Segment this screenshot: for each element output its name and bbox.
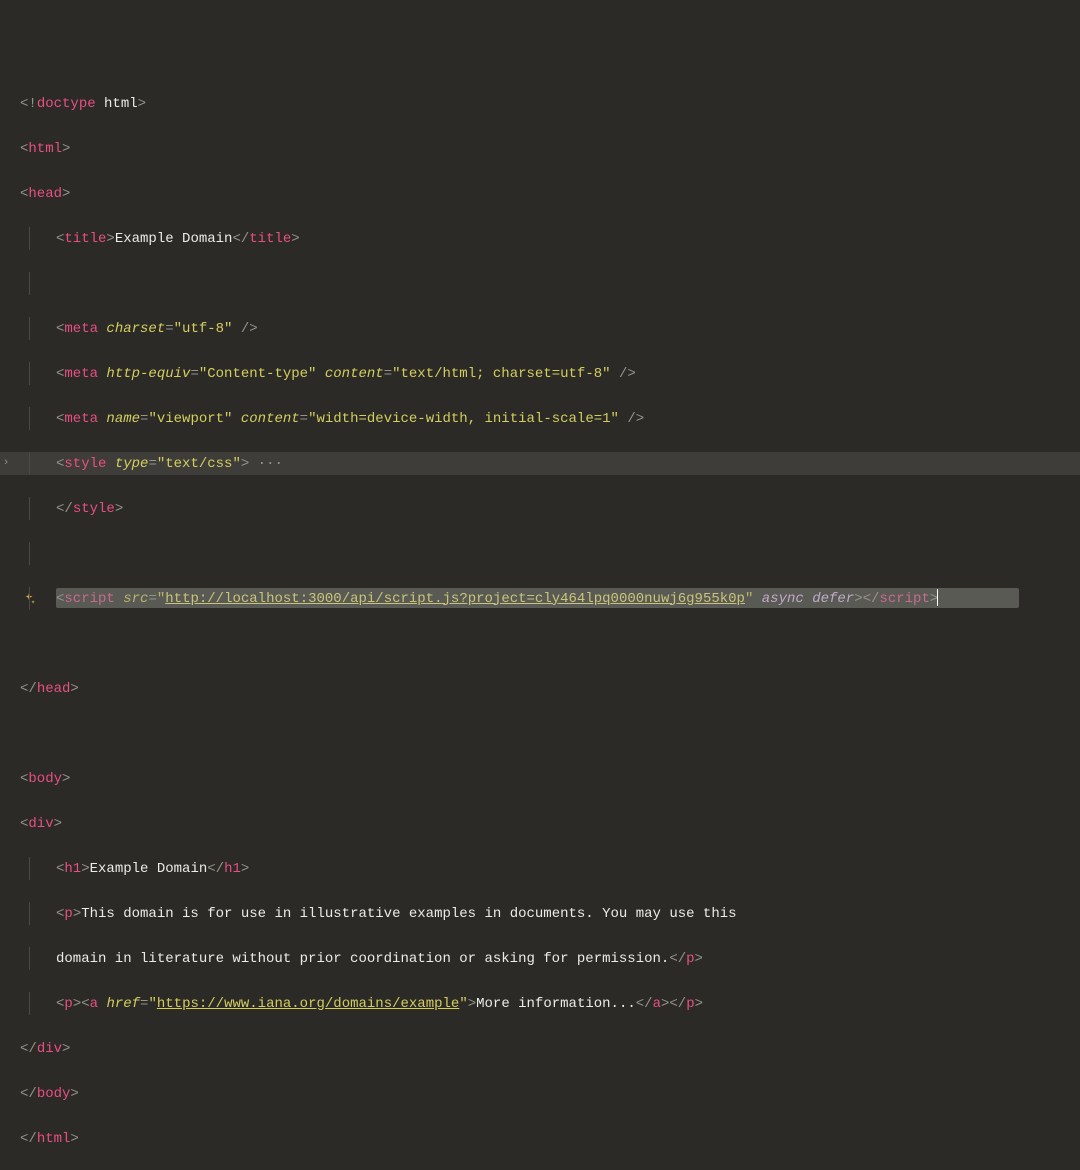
tag-title: title — [64, 231, 106, 247]
href-url: https://www.iana.org/domains/example — [157, 996, 459, 1012]
tag-head-close: head — [37, 681, 71, 697]
tag-html: html — [28, 141, 62, 157]
indent-guide — [29, 317, 30, 340]
attr-value: "text/html; charset=utf-8" — [392, 366, 610, 382]
code-line[interactable]: <p>This domain is for use in illustrativ… — [0, 902, 1080, 925]
code-line[interactable]: <title>Example Domain</title> — [0, 227, 1080, 250]
paragraph-text: domain in literature without prior coord… — [56, 951, 669, 967]
tag-script: script — [64, 591, 114, 607]
tag-a: a — [90, 996, 98, 1012]
indent-guide — [29, 497, 30, 520]
tag-div: div — [28, 816, 53, 832]
indent-guide — [29, 272, 30, 295]
code-line-blank[interactable] — [0, 722, 1080, 745]
indent-guide — [29, 407, 30, 430]
fold-arrow-icon[interactable]: › — [0, 452, 12, 474]
doctype-arg: html — [104, 96, 138, 112]
code-line[interactable]: <meta name="viewport" content="width=dev… — [0, 407, 1080, 430]
attr-http-equiv: http-equiv — [106, 366, 190, 382]
tag-meta: meta — [64, 321, 98, 337]
indent-guide — [29, 452, 30, 475]
code-line-blank[interactable] — [0, 272, 1080, 295]
code-line[interactable]: </style> — [0, 497, 1080, 520]
h1-text: Example Domain — [90, 861, 208, 877]
tag-html-close: html — [37, 1131, 71, 1147]
code-line[interactable]: domain in literature without prior coord… — [0, 947, 1080, 970]
code-line[interactable]: <html> — [0, 137, 1080, 160]
attr-content: content — [325, 366, 384, 382]
script-url: http://localhost:3000/api/script.js?proj… — [165, 591, 745, 607]
bracket: > — [138, 96, 146, 112]
tag-style: style — [64, 456, 106, 472]
attr-value: "utf-8" — [174, 321, 233, 337]
tag-div-close: div — [37, 1041, 62, 1057]
code-line[interactable]: <meta charset="utf-8" /> — [0, 317, 1080, 340]
tag-body-close: body — [37, 1086, 71, 1102]
code-line[interactable]: </head> — [0, 677, 1080, 700]
attr-value: "viewport" — [148, 411, 232, 427]
tag-p: p — [64, 996, 72, 1012]
text-cursor — [937, 589, 938, 606]
indent-guide — [29, 227, 30, 250]
attr-type: type — [115, 456, 149, 472]
indent-guide — [29, 362, 30, 385]
attr-src: src — [123, 591, 148, 607]
code-line[interactable]: </body> — [0, 1082, 1080, 1105]
code-line[interactable]: <head> — [0, 182, 1080, 205]
tag-meta: meta — [64, 366, 98, 382]
tag-h1: h1 — [64, 861, 81, 877]
code-line[interactable]: <div> — [0, 812, 1080, 835]
attr-value: "width=device-width, initial-scale=1" — [308, 411, 619, 427]
tag-p: p — [64, 906, 72, 922]
tag-meta: meta — [64, 411, 98, 427]
attr-content: content — [241, 411, 300, 427]
bracket: <! — [20, 96, 37, 112]
keyword-defer: defer — [812, 591, 854, 607]
code-line-blank[interactable] — [0, 632, 1080, 655]
indent-guide — [29, 947, 30, 970]
code-line[interactable]: <h1>Example Domain</h1> — [0, 857, 1080, 880]
tag-style-close: style — [73, 501, 115, 517]
title-text: Example Domain — [115, 231, 233, 247]
attr-charset: charset — [106, 321, 165, 337]
tag-body: body — [28, 771, 62, 787]
link-text: More information... — [476, 996, 636, 1012]
code-line-blank[interactable] — [0, 542, 1080, 565]
code-line[interactable]: </html> — [0, 1127, 1080, 1150]
indent-guide — [29, 587, 30, 610]
code-line[interactable]: </div> — [0, 1037, 1080, 1060]
attr-name: name — [106, 411, 140, 427]
tag-head: head — [28, 186, 62, 202]
attr-href: href — [106, 996, 140, 1012]
attr-value: "Content-type" — [199, 366, 317, 382]
code-line[interactable]: <p><a href="https://www.iana.org/domains… — [0, 992, 1080, 1015]
fold-indicator[interactable]: ··· — [258, 456, 283, 472]
code-line-highlighted[interactable]: ›<style type="text/css"> ··· — [0, 452, 1080, 475]
indent-guide — [29, 902, 30, 925]
indent-guide — [29, 857, 30, 880]
code-line[interactable]: <meta http-equiv="Content-type" content=… — [0, 362, 1080, 385]
keyword-async: async — [762, 591, 804, 607]
paragraph-text: This domain is for use in illustrative e… — [81, 906, 736, 922]
code-line-selected[interactable]: <script src="http://localhost:3000/api/s… — [0, 587, 1080, 610]
indent-guide — [29, 542, 30, 565]
doctype-keyword: doctype — [37, 96, 96, 112]
code-line[interactable]: <!doctype html> — [0, 92, 1080, 115]
attr-value: "text/css" — [157, 456, 241, 472]
indent-guide — [29, 992, 30, 1015]
code-line[interactable]: <body> — [0, 767, 1080, 790]
